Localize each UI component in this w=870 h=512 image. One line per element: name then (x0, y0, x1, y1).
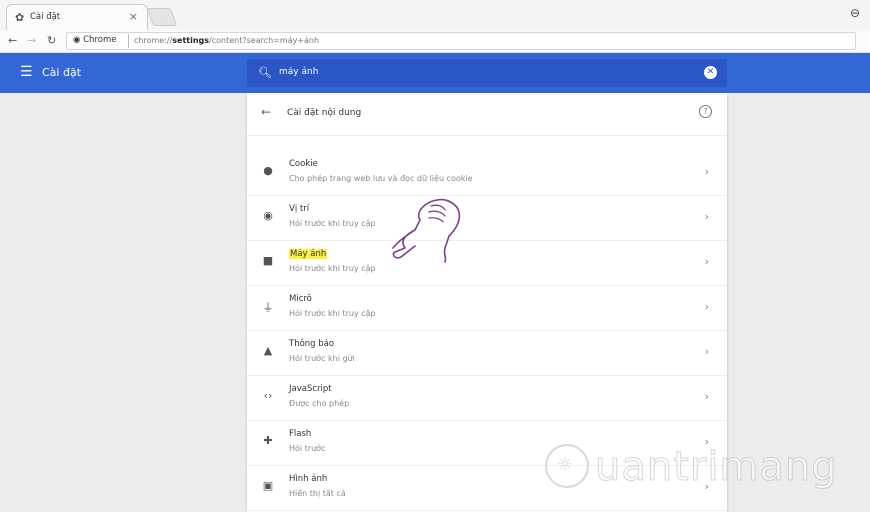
microphone-icon: ⏚ (262, 301, 274, 314)
url-text: chrome://settings/content?search=máy+ảnh (134, 36, 320, 45)
browser-tab[interactable]: ✿ Cài đặt × (6, 4, 148, 30)
list-item-microphone[interactable]: ⏚ Micrô Hỏi trước khi truy cập › (247, 285, 727, 331)
chevron-right-icon: › (704, 300, 709, 313)
address-bar[interactable]: ◉ Chrome chrome://settings/content?searc… (66, 32, 856, 50)
tab-title: Cài đặt (30, 12, 61, 22)
image-icon: ▣ (262, 479, 274, 492)
back-arrow-icon[interactable]: ← (8, 34, 17, 47)
help-icon[interactable]: ? (699, 105, 712, 118)
pointing-hand-icon (392, 198, 461, 263)
url-divider (128, 34, 129, 48)
hamburger-menu-icon[interactable]: ☰ (20, 64, 33, 80)
search-icon: 🔍︎ (258, 66, 272, 79)
back-icon[interactable]: ← (261, 105, 271, 119)
list-item-notifications[interactable]: ▲ Thông báo Hỏi trước khi gửi › (247, 330, 727, 376)
watermark-text: uantrimang (595, 444, 838, 491)
reload-icon[interactable]: ↻ (47, 34, 56, 47)
card-header: ← Cài đặt nội dung ? (247, 93, 727, 136)
new-tab-button[interactable] (146, 8, 178, 26)
chevron-right-icon: › (704, 255, 709, 268)
watermark-logo: ☼ uantrimang (545, 440, 865, 500)
puzzle-icon: ✚ (263, 434, 273, 447)
settings-search[interactable]: 🔍︎ máy ảnh ✕ (247, 59, 727, 87)
profile-icon[interactable]: ⊖ (850, 6, 860, 20)
location-icon: ◉ (263, 209, 273, 222)
chevron-right-icon: › (704, 390, 709, 403)
close-tab-icon[interactable]: × (129, 10, 138, 23)
secure-chip: ◉ Chrome (73, 35, 117, 45)
search-input[interactable]: máy ảnh (279, 67, 318, 77)
chevron-right-icon: › (704, 345, 709, 358)
cookie-icon: ● (263, 164, 273, 177)
list-item-camera[interactable]: ■ Máy ảnh Hỏi trước khi truy cập › (247, 240, 727, 286)
tab-strip: ✿ Cài đặt × ⊖ (0, 0, 870, 30)
settings-header: ☰ Cài đặt 🔍︎ máy ảnh ✕ (0, 53, 870, 93)
toolbar: ← → ↻ ◉ Chrome chrome://settings/content… (0, 30, 870, 53)
forward-arrow-icon[interactable]: → (27, 34, 36, 47)
camera-icon: ■ (262, 254, 274, 267)
page-title: Cài đặt (42, 66, 82, 79)
chevron-right-icon: › (704, 210, 709, 223)
clear-search-icon[interactable]: ✕ (704, 66, 717, 79)
list-item-javascript[interactable]: ‹› JavaScript Được cho phép › (247, 375, 727, 421)
list-item-cookie[interactable]: ● Cookie Cho phép trang web lưu và đọc d… (247, 150, 727, 196)
chevron-right-icon: › (704, 165, 709, 178)
code-icon: ‹› (263, 389, 273, 402)
gear-icon: ✿ (15, 11, 25, 24)
card-title: Cài đặt nội dung (287, 108, 362, 118)
list-item-location[interactable]: ◉ Vị trí Hỏi trước khi truy cập › (247, 195, 727, 241)
lightbulb-icon: ☼ (557, 454, 574, 475)
chrome-icon: ◉ (73, 35, 81, 45)
bell-icon: ▲ (263, 344, 273, 357)
